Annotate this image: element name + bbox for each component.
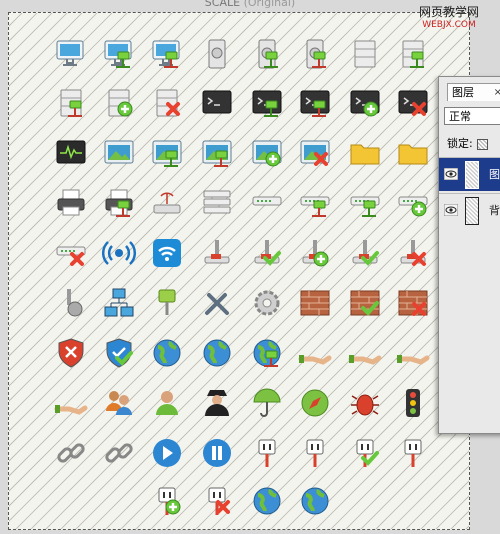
- hand-globe-icon: [348, 355, 382, 365]
- icon-grid: [54, 39, 430, 515]
- power-plug-ok-icon: [356, 439, 379, 467]
- power-plug-alert-icon: [306, 439, 324, 467]
- blend-mode-select[interactable]: 正常: [444, 107, 500, 125]
- network-port-icon: [204, 240, 230, 264]
- security-ok-icon: [106, 338, 133, 368]
- firewall-delete-icon: [398, 290, 428, 316]
- document-title-suffix: (Original): [243, 0, 296, 9]
- hand-server-icon: [54, 405, 88, 415]
- lock-row: 锁定:: [447, 135, 488, 151]
- folder-open-icon: [398, 144, 428, 165]
- play-button-icon: [153, 439, 181, 467]
- plug-add-icon: [158, 487, 181, 515]
- server-rack-icon: [354, 40, 376, 68]
- compass-icon: [301, 389, 329, 417]
- server-tower-connected-icon: [258, 39, 278, 69]
- firewall-check-icon: [350, 290, 380, 316]
- network-settings-icon: [67, 289, 83, 317]
- terminal-add-icon: [350, 90, 380, 117]
- printer-icon: [57, 189, 85, 216]
- image-window-icon: [104, 140, 134, 164]
- terminal-icon: [202, 90, 232, 114]
- pause-button-icon: [203, 439, 231, 467]
- network-switch-add-icon: [398, 196, 428, 217]
- network-topology-icon: [104, 288, 134, 317]
- image-window-delete-icon: [300, 140, 330, 166]
- network-switch-delete-icon: [56, 246, 86, 266]
- firewall-icon: [300, 290, 330, 316]
- printer-remove-icon: [105, 189, 133, 217]
- terminal-connected-icon: [252, 90, 282, 117]
- traffic-light-icon: [406, 389, 420, 417]
- network-connector-icon: [158, 289, 176, 315]
- folder-icon: [350, 144, 380, 165]
- layer-thumbnail: [465, 197, 479, 225]
- layer-thumbnail: [465, 161, 479, 189]
- rack-stack-icon: [203, 190, 231, 214]
- chain-icon: [57, 443, 85, 463]
- layer-name: 背: [489, 204, 500, 217]
- network-port-ok-icon: [254, 240, 281, 266]
- tools-icon: [205, 293, 229, 315]
- watermark-line-2: WEBJX.COM: [422, 20, 476, 30]
- server-rack-connected-icon: [402, 40, 424, 68]
- tab-layers-label: 图层: [452, 86, 474, 99]
- user-icon: [156, 391, 178, 415]
- terminal-remove-icon: [300, 90, 330, 117]
- eye-icon[interactable]: [444, 204, 458, 216]
- layer-name: 图: [489, 168, 500, 181]
- layers-panel: 图层 × 正常 锁定: 图 背: [438, 76, 500, 434]
- lock-transparency-icon[interactable]: [476, 138, 488, 150]
- watermark: 网页教学网 WEBJX.COM: [404, 6, 494, 36]
- layer-row[interactable]: 背: [439, 193, 500, 227]
- globe-firewall-icon: [203, 339, 231, 367]
- image-window-connected-icon: [152, 140, 182, 167]
- wireless-signal-icon: [101, 241, 137, 265]
- hand-give-icon: [298, 355, 332, 365]
- eye-icon[interactable]: [444, 168, 458, 180]
- wireless-router-icon: [153, 192, 181, 214]
- network-port-delete-icon: [400, 240, 426, 266]
- monitor-icon: [56, 40, 84, 66]
- network-switch-connected-icon: [350, 196, 380, 217]
- network-port-check-icon: [352, 240, 379, 266]
- umbrella-icon: [253, 388, 281, 417]
- power-plug-unplug-icon: [404, 439, 422, 467]
- system-monitor-icon: [56, 140, 86, 164]
- server-tower-remove-icon: [306, 39, 326, 69]
- monitor-connected-icon: [104, 40, 132, 68]
- globe-shield-icon: [301, 487, 329, 515]
- wifi-icon: [153, 239, 181, 267]
- watermark-line-1: 网页教学网: [418, 5, 479, 19]
- close-icon[interactable]: ×: [494, 84, 500, 102]
- globe-icon: [153, 339, 181, 367]
- bug-icon: [351, 394, 379, 416]
- network-port-add-icon: [302, 240, 329, 267]
- image-window-remove-icon: [202, 140, 232, 167]
- power-plug-icon: [258, 439, 276, 467]
- network-switch-icon: [252, 196, 282, 206]
- document-canvas[interactable]: [8, 12, 470, 530]
- globe-plug-icon: [253, 487, 281, 515]
- tab-layers[interactable]: 图层 ×: [447, 83, 500, 101]
- server-tower-icon: [208, 39, 226, 69]
- document-title-name: SCALE: [204, 0, 241, 9]
- security-error-icon: [58, 338, 84, 368]
- plug-delete-icon: [208, 487, 230, 515]
- terminal-delete-icon: [398, 90, 428, 116]
- network-switch-remove-icon: [300, 196, 330, 217]
- globe-remove-icon: [253, 339, 281, 367]
- server-add-icon: [108, 89, 133, 117]
- spy-user-icon: [205, 390, 229, 416]
- server-remove-icon: [60, 89, 82, 117]
- chain-broken-icon: [105, 443, 133, 463]
- lock-label: 锁定:: [447, 137, 473, 150]
- layer-row[interactable]: 图: [439, 157, 500, 191]
- server-delete-icon: [156, 89, 180, 117]
- monitor-remove-icon: [152, 40, 180, 68]
- hand-monitor-icon: [396, 355, 430, 365]
- image-window-add-icon: [252, 140, 282, 167]
- users-icon: [106, 391, 132, 415]
- gear-icon: [254, 290, 280, 316]
